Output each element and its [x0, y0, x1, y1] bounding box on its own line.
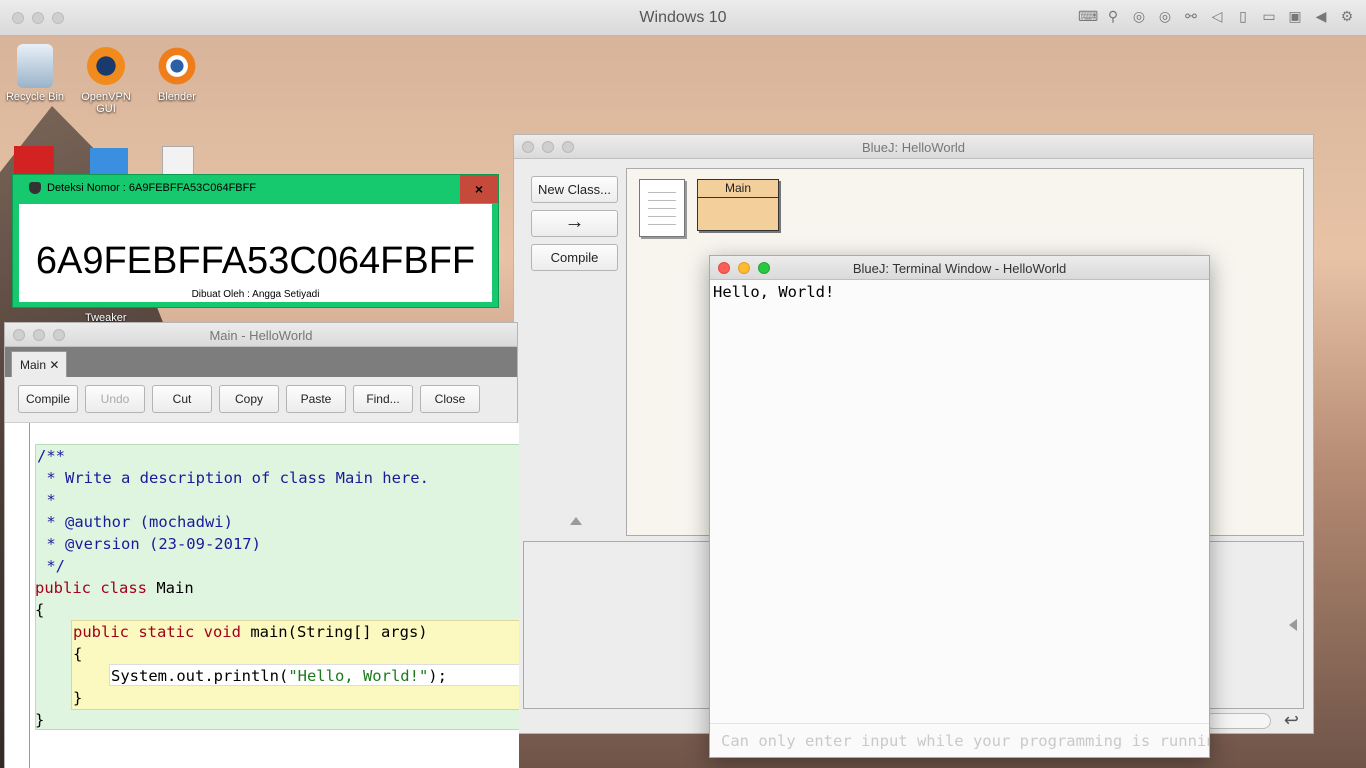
desktop-icon-label: OpenVPN GUI [81, 91, 131, 115]
desktop-icon-openvpn[interactable]: OpenVPN GUI [71, 44, 141, 115]
find-button[interactable]: Find... [353, 385, 413, 413]
editor-title: Main - HelloWorld [209, 328, 313, 343]
app-icon [29, 182, 41, 194]
usb-icon[interactable]: ⚲ [1104, 8, 1122, 25]
network-icon[interactable]: ⚯ [1182, 8, 1200, 25]
code-line: * Write a description of class Main here… [37, 469, 429, 487]
disc-icon[interactable]: ◎ [1130, 8, 1148, 25]
desktop-icon-label: Recycle Bin [5, 91, 65, 103]
code-line: public static void main(String[] args) [73, 623, 428, 641]
code-line: System.out.println("Hello, World!"); [111, 667, 447, 685]
keyword: class [100, 579, 157, 597]
identifier: Main [156, 579, 194, 597]
computer-icon[interactable] [90, 148, 128, 176]
triangle-left-icon[interactable] [1289, 619, 1297, 631]
reset-vm-icon[interactable]: ↩ [1284, 710, 1299, 731]
tab-main[interactable]: Main ✕ [11, 351, 67, 377]
undo-button[interactable]: Undo [85, 385, 145, 413]
paste-button[interactable]: Paste [286, 385, 346, 413]
editor-title-bar[interactable]: Main - HelloWorld [5, 323, 517, 347]
blender-icon [155, 44, 199, 88]
audio-icon[interactable]: ◁ [1208, 8, 1226, 25]
code-line: public class Main [35, 579, 194, 597]
readme-document-icon[interactable] [639, 179, 685, 237]
openvpn-icon [84, 44, 128, 88]
close-button[interactable]: × [460, 175, 498, 203]
terminal-title: BlueJ: Terminal Window - HelloWorld [852, 261, 1067, 276]
code-line: /** [37, 447, 65, 465]
editor-gutter [29, 423, 30, 768]
code-line: } [73, 689, 83, 707]
terminal-output: Hello, World! [713, 283, 835, 301]
host-title-bar: Windows 10 ⌨ ⚲ ◎ ◎ ⚯ ◁ ▯ ▭ ▣ ◀ ⚙ [0, 0, 1366, 36]
document-icon[interactable] [162, 146, 194, 176]
code-line: } [35, 711, 45, 729]
identifier: main(String[] args) [250, 623, 428, 641]
desktop-icon-recycle-bin[interactable]: Recycle Bin [0, 44, 70, 103]
code-editor[interactable]: /** * Write a description of class Main … [5, 423, 519, 768]
deteksi-body: 6A9FEBFFA53C064FBFF Dibuat Oleh : Angga … [19, 204, 492, 302]
new-class-button[interactable]: New Class... [531, 176, 618, 203]
code-line: { [73, 645, 83, 663]
class-box-main[interactable]: Main [697, 179, 779, 231]
identifier: ); [428, 667, 447, 685]
string-literal: "Hello, World!" [288, 667, 429, 685]
gear-icon[interactable]: ⚙ [1338, 8, 1356, 25]
close-button[interactable]: Close [420, 385, 480, 413]
keyboard-icon[interactable]: ⌨ [1078, 8, 1098, 25]
code-line: * @author (mochadwi) [37, 513, 233, 531]
new-arrow-button[interactable]: → [531, 210, 618, 237]
arrow-icon: → [564, 211, 585, 233]
deteksi-title: Deteksi Nomor : 6A9FEBFFA53C064FBFF [47, 182, 257, 194]
editor-tab-bar: Main ✕ [5, 347, 517, 377]
host-toolbar: ⌨ ⚲ ◎ ◎ ⚯ ◁ ▯ ▭ ▣ ◀ ⚙ [1078, 8, 1356, 25]
terminal-title-bar[interactable]: BlueJ: Terminal Window - HelloWorld [710, 256, 1209, 280]
machine-progress-bar [1205, 713, 1271, 729]
editor-toolbar: Compile Undo Cut Copy Paste Find... Clos… [5, 377, 517, 423]
terminal-window: BlueJ: Terminal Window - HelloWorld Hell… [709, 255, 1210, 758]
code-line: { [35, 601, 45, 619]
terminal-input[interactable]: Can only enter input while your programm… [710, 723, 1209, 757]
play-icon[interactable]: ◀ [1312, 8, 1330, 25]
compile-button[interactable]: Compile [531, 244, 618, 271]
disc-icon[interactable]: ◎ [1156, 8, 1174, 25]
phone-icon[interactable]: ▯ [1234, 8, 1252, 25]
code-line: * @version (23-09-2017) [37, 535, 261, 553]
copy-button[interactable]: Copy [219, 385, 279, 413]
editor-window: Main - HelloWorld Main ✕ Compile Undo Cu… [4, 322, 519, 768]
pdf-icon[interactable] [14, 146, 54, 176]
credit-text: Dibuat Oleh : Angga Setiyadi [191, 289, 320, 300]
keyword: public [35, 579, 101, 597]
triangle-up-icon[interactable] [570, 517, 582, 525]
compile-button[interactable]: Compile [18, 385, 78, 413]
code-line: */ [37, 557, 65, 575]
cut-button[interactable]: Cut [152, 385, 212, 413]
bluej-title: BlueJ: HelloWorld [861, 140, 966, 155]
bluej-title-bar[interactable]: BlueJ: HelloWorld [514, 135, 1313, 159]
desktop-icon-blender[interactable]: Blender [142, 44, 212, 103]
keyword: public static void [73, 623, 251, 641]
serial-number: 6A9FEBFFA53C064FBFF [35, 240, 476, 282]
serial-detection-window: Deteksi Nomor : 6A9FEBFFA53C064FBFF × 6A… [12, 174, 499, 308]
identifier: System.out.println( [111, 667, 289, 685]
code-line: * [37, 491, 56, 509]
recycle-bin-icon [17, 44, 53, 88]
display-icon[interactable]: ▣ [1286, 8, 1304, 25]
class-name: Main [698, 180, 778, 198]
deteksi-title-bar[interactable]: Deteksi Nomor : 6A9FEBFFA53C064FBFF × [13, 175, 498, 203]
display-icon[interactable]: ▭ [1260, 8, 1278, 25]
desktop-icon-label: Blender [158, 91, 196, 103]
